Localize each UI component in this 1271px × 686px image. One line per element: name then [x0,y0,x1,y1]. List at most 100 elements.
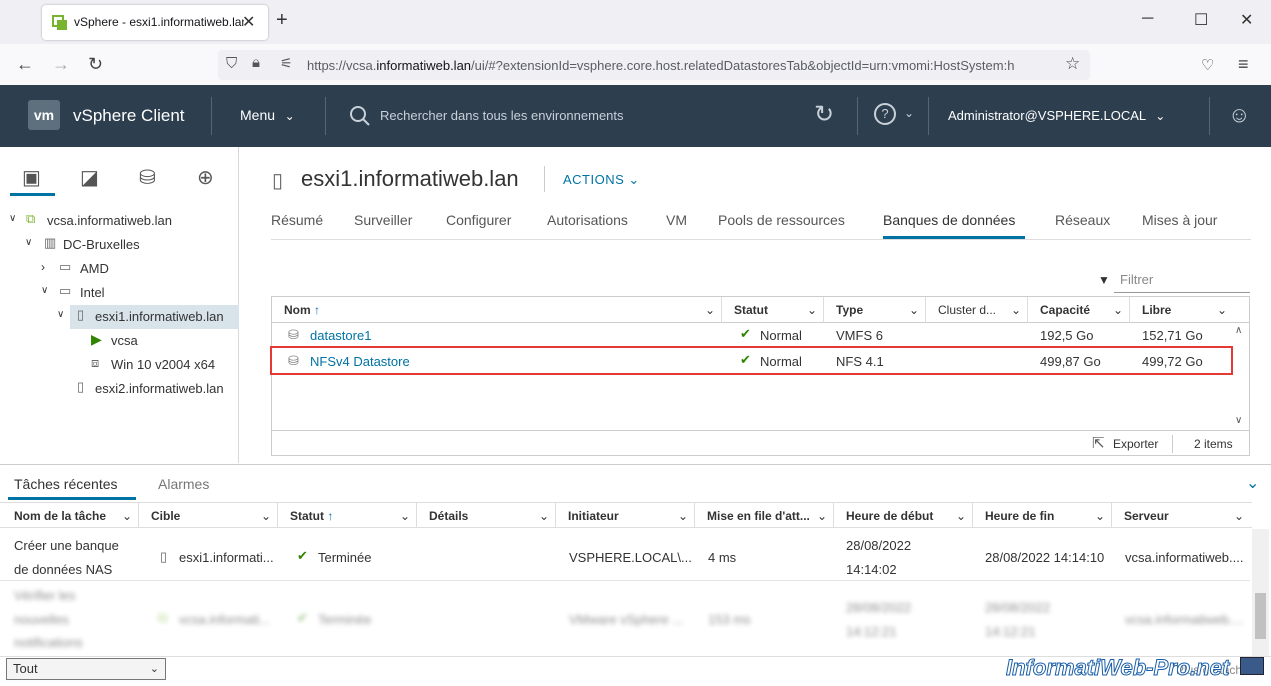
tree-item-vm-win10[interactable]: Win 10 v2004 x64 [111,357,215,372]
close-window-icon[interactable]: ✕ [1240,10,1253,30]
column-header-name[interactable]: Nom ↑ ⌄ [272,297,722,323]
tab-monitor[interactable]: Surveiller [354,212,412,228]
menu-button[interactable]: Menu ⌄ [240,107,295,123]
help-icon[interactable]: ? [874,103,896,125]
refresh-icon[interactable]: ↻ [814,100,834,129]
tab-resource-pools[interactable]: Pools de ressources [718,212,845,228]
tree-item-folder-amd[interactable]: AMD [80,261,109,276]
tree-item-host1[interactable]: esxi1.informatiweb.lan [95,309,224,324]
user-menu[interactable]: Administrator@VSPHERE.LOCAL ⌄ [948,108,1165,123]
app-menu-icon[interactable]: ≡ [1238,54,1249,75]
collapse-icon[interactable]: ∨ [41,285,48,296]
forward-icon[interactable]: → [52,54,70,75]
task-filter-select[interactable]: Tout ⌄ [6,658,166,680]
tab-alarms[interactable]: Alarmes [158,476,209,492]
divider [1209,97,1210,135]
tab-configure[interactable]: Configurer [446,212,511,228]
inventory-navigator: ▣ ◪ ⛁ ⊕ ∨ ⧉ vcsa.informatiweb.lan ∨ ▥ DC… [0,147,239,463]
column-header-status[interactable]: Statut ⌄ [722,297,824,323]
tree-item-vcenter[interactable]: vcsa.informatiweb.lan [47,213,172,228]
scroll-up-icon[interactable]: ∧ [1235,325,1242,336]
browser-tab-bar: vSphere - esxi1.informatiweb.lan ✕ + ─ ☐… [0,0,1271,44]
datastore-type: VMFS 6 [836,328,883,343]
vcenter-icon: ⧉ [158,610,168,625]
vm-icon: ⧈ [91,355,100,370]
vms-templates-icon[interactable]: ◪ [80,165,99,190]
tree-item-vm-vcsa[interactable]: vcsa [111,333,138,348]
collapse-icon[interactable]: ∨ [9,213,16,224]
storage-icon[interactable]: ⛁ [139,165,156,190]
expand-icon[interactable]: › [41,260,45,274]
filter-input[interactable]: ▼ Filtrer [1098,269,1250,293]
scrollbar-thumb[interactable] [1255,593,1266,639]
task-name-line3: notifications [14,635,83,650]
hosts-clusters-icon[interactable]: ▣ [22,165,41,190]
chevron-down-icon[interactable]: ⌄ [904,106,914,120]
column-header-details[interactable]: Détails ⌄ [417,502,556,528]
tab-recent-tasks[interactable]: Tâches récentes [14,476,118,492]
tab-permissions[interactable]: Autorisations [547,212,628,228]
minimize-icon[interactable]: ─ [1142,10,1153,28]
tab-networks[interactable]: Réseaux [1055,212,1110,228]
task-target[interactable]: esxi1.informati... [179,550,274,565]
tab-updates[interactable]: Mises à jour [1142,212,1217,228]
vertical-scrollbar[interactable] [1252,529,1269,657]
networking-icon[interactable]: ⊕ [197,165,214,190]
table-row[interactable]: Créer une banque de données NAS ▯ esxi1.… [0,529,1250,581]
tab-datastores[interactable]: Banques de données [883,212,1015,228]
task-end-time: 14:12:21 [985,624,1036,639]
chevron-down-icon: ⌄ [628,172,640,187]
column-header-target[interactable]: Cible ⌄ [139,502,278,528]
address-bar[interactable]: ⛉ 🔒︎ ⚟ https://vcsa.informatiweb.lan/ui/… [218,50,1090,80]
scroll-down-icon[interactable]: ∨ [1235,415,1242,426]
column-header-queued[interactable]: Mise en file d'att... ⌄ [695,502,834,528]
tree-item-datacenter[interactable]: DC-Bruxelles [63,237,140,252]
pocket-icon[interactable]: ♡ [1201,56,1214,74]
column-header-server[interactable]: Serveur ⌄ [1112,502,1252,528]
vm-running-icon: ▶ [91,331,102,347]
task-filter-value: Tout [13,661,38,676]
tree-item-folder-intel[interactable]: Intel [80,285,105,300]
divider [325,97,326,135]
task-server[interactable]: vcsa.informatiweb.... [1125,550,1244,565]
column-header-end-time[interactable]: Heure de fin ⌄ [973,502,1112,528]
global-search-input[interactable]: Rechercher dans tous les environnements [380,108,624,123]
reload-icon[interactable]: ↻ [88,54,103,75]
collapse-icon[interactable]: ∨ [57,309,64,320]
feedback-smiley-icon[interactable]: ☺ [1228,102,1250,128]
column-header-task-name[interactable]: Nom de la tâche ⌄ [0,502,139,528]
tree-item-host2[interactable]: esxi2.informatiweb.lan [95,381,224,396]
vsphere-header: vm vSphere Client Menu ⌄ Rechercher dans… [0,85,1271,147]
task-target[interactable]: vcsa.informati... [179,612,270,627]
table-row[interactable]: Vérifier les nouvelles notifications ⧉ v… [0,583,1250,655]
shield-icon[interactable]: ⛉ [226,55,237,72]
column-header-start-time[interactable]: Heure de début ⌄ [834,502,973,528]
column-header-free[interactable]: Libre ⌄ [1130,297,1249,323]
chevron-down-icon: ⌄ [399,509,410,523]
tab-summary[interactable]: Résumé [271,212,323,228]
maximize-icon[interactable]: ☐ [1194,10,1208,30]
tab-vms[interactable]: VM [666,212,687,228]
export-icon[interactable]: ⇱ [1092,434,1105,452]
datastores-grid: Nom ↑ ⌄ Statut ⌄ Type ⌄ Cluster d... ⌄ Capac… [271,296,1250,456]
back-icon[interactable]: ← [16,54,34,75]
column-header-initiator[interactable]: Initiateur ⌄ [556,502,695,528]
folder-icon: ▭ [59,283,72,298]
browser-tab[interactable]: vSphere - esxi1.informatiweb.lan ✕ [42,5,268,40]
task-server[interactable]: vcsa.informatiweb.... [1125,612,1244,627]
actions-button[interactable]: ACTIONS ⌄ [563,172,640,188]
collapse-icon[interactable]: ∨ [25,237,32,248]
datastore-name[interactable]: datastore1 [310,328,371,343]
bookmark-star-icon[interactable]: ☆ [1065,54,1080,74]
new-tab-icon[interactable]: + [276,9,288,32]
column-header-capacity[interactable]: Capacité ⌄ [1028,297,1130,323]
lock-icon[interactable]: 🔒︎ [252,54,260,71]
export-button[interactable]: Exporter [1113,437,1158,451]
chevron-down-icon: ⌄ [806,303,817,317]
column-header-status[interactable]: Statut ↑ ⌄ [278,502,417,528]
close-tab-icon[interactable]: ✕ [242,12,255,32]
column-header-cluster[interactable]: Cluster d... ⌄ [926,297,1028,323]
column-header-type[interactable]: Type ⌄ [824,297,926,323]
permissions-icon[interactable]: ⚟ [280,55,293,72]
collapse-panel-icon[interactable]: ⌄ [1246,473,1259,493]
